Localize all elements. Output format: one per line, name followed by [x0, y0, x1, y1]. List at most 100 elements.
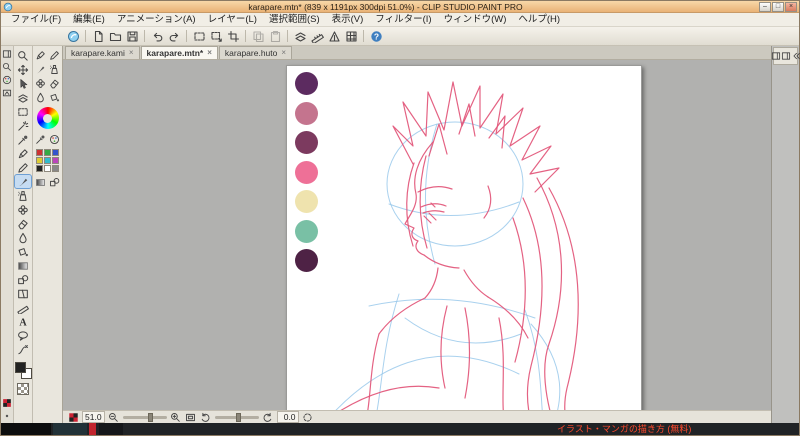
line-correct-tool[interactable] [15, 343, 31, 356]
color-set-swatch[interactable] [52, 157, 59, 164]
airbrush-tool[interactable] [15, 189, 31, 202]
tab-close-button[interactable]: × [129, 49, 134, 57]
promo-notice[interactable]: イラスト・マンガの描き方 (無料) [557, 423, 691, 435]
brush-subtool[interactable] [35, 63, 47, 75]
panel-icon[interactable] [781, 50, 791, 62]
open-file-icon[interactable] [107, 28, 123, 44]
palette-subtool[interactable] [49, 133, 61, 145]
snap-special-icon[interactable] [326, 28, 342, 44]
blend-tool[interactable] [15, 231, 31, 244]
menu-item[interactable]: ヘルプ(H) [512, 13, 566, 27]
taskbar-segment[interactable] [1, 423, 51, 435]
layer-move-icon[interactable] [292, 28, 308, 44]
menu-item[interactable]: アニメーション(A) [111, 13, 202, 27]
document-tab[interactable]: karapare.huto × [218, 46, 293, 59]
canvas-document[interactable] [286, 65, 642, 410]
menu-item[interactable]: ウィンドウ(W) [438, 13, 513, 27]
snap-ruler-icon[interactable] [309, 28, 325, 44]
panel-icon[interactable] [2, 48, 13, 59]
decoration-tool[interactable] [15, 203, 31, 216]
fill-subtool[interactable] [49, 91, 61, 103]
canvas-viewport[interactable] [63, 60, 771, 410]
main-color-chip[interactable] [14, 362, 26, 373]
paste-icon[interactable] [267, 28, 283, 44]
figure-tool[interactable] [15, 273, 31, 286]
selection-icon[interactable] [191, 28, 207, 44]
brush-tool[interactable] [14, 174, 32, 189]
help-icon[interactable]: ? [368, 28, 384, 44]
taskbar-segment[interactable] [99, 423, 123, 435]
color-set-swatch[interactable] [52, 165, 59, 172]
nav-icon[interactable] [2, 87, 13, 98]
layer-move-tool[interactable] [15, 91, 31, 104]
color-set-swatch[interactable] [44, 157, 51, 164]
color-set-swatch[interactable] [52, 149, 59, 156]
frame-tool[interactable] [15, 287, 31, 300]
selection-tool[interactable] [15, 105, 31, 118]
reset-view-button[interactable] [302, 411, 314, 423]
pencil-tool[interactable] [15, 161, 31, 174]
figure-subtool[interactable] [49, 176, 61, 188]
fit-to-screen-button[interactable] [185, 411, 197, 423]
gradient-tool[interactable] [15, 259, 31, 272]
operation-tool[interactable] [15, 77, 31, 90]
document-tab[interactable]: karapare.mtn* × [140, 46, 218, 59]
zoom-in-button[interactable] [170, 411, 182, 423]
menu-item[interactable]: 選択範囲(S) [263, 13, 326, 27]
snap-grid-icon[interactable] [343, 28, 359, 44]
pen-subtool[interactable] [35, 49, 47, 61]
menu-item[interactable]: レイヤー(L) [202, 13, 263, 27]
palette-icon[interactable] [2, 74, 13, 85]
color-set-swatch[interactable] [36, 149, 43, 156]
menu-item[interactable]: フィルター(I) [369, 13, 437, 27]
blend-subtool[interactable] [35, 91, 47, 103]
rotate-cw-button[interactable] [262, 411, 274, 423]
move-tool[interactable] [15, 63, 31, 76]
clip-studio-logo-icon[interactable] [65, 28, 81, 44]
redo-icon[interactable] [166, 28, 182, 44]
color-wheel[interactable] [36, 107, 59, 129]
airbrush-subtool[interactable] [49, 63, 61, 75]
save-file-icon[interactable] [124, 28, 140, 44]
transform-icon[interactable] [208, 28, 224, 44]
maximize-button[interactable]: □ [772, 1, 784, 12]
eyedropper-subtool[interactable] [35, 133, 47, 145]
rotate-ccw-button[interactable] [200, 411, 212, 423]
color-chips[interactable] [14, 362, 32, 379]
decoration-subtool[interactable] [35, 77, 47, 89]
gradient-subtool[interactable] [35, 176, 47, 188]
rotation-slider[interactable] [214, 412, 259, 422]
eraser-tool[interactable] [15, 217, 31, 230]
fill-tool[interactable] [15, 245, 31, 258]
auto-select-tool[interactable] [15, 119, 31, 132]
copy-icon[interactable] [250, 28, 266, 44]
menu-item[interactable]: 編集(E) [67, 13, 111, 27]
color-set-swatch[interactable] [36, 165, 43, 172]
taskbar-segment[interactable] [53, 423, 87, 435]
eraser-subtool[interactable] [49, 77, 61, 89]
panel-icon[interactable] [771, 50, 781, 62]
chevron-double-left-icon[interactable] [791, 50, 800, 62]
crop-icon[interactable] [225, 28, 241, 44]
color-set-swatch[interactable] [36, 157, 43, 164]
magnifier-icon[interactable] [2, 61, 13, 72]
minimize-button[interactable]: – [759, 1, 771, 12]
zoom-out-button[interactable] [108, 411, 120, 423]
balloon-tool[interactable] [15, 329, 31, 342]
menu-item[interactable]: 表示(V) [326, 13, 370, 27]
transparent-color-icon[interactable] [67, 411, 79, 423]
document-tab[interactable]: karapare.kami × [65, 46, 140, 59]
checker-red-icon[interactable] [2, 397, 13, 408]
color-set-swatch[interactable] [44, 165, 51, 172]
pen-tool[interactable] [15, 147, 31, 160]
new-file-icon[interactable] [90, 28, 106, 44]
menu-item[interactable]: ファイル(F) [5, 13, 67, 27]
undo-icon[interactable] [149, 28, 165, 44]
color-set-swatch[interactable] [44, 149, 51, 156]
text-tool[interactable]: A [15, 315, 31, 328]
eyedropper-tool[interactable] [15, 133, 31, 146]
tab-close-button[interactable]: × [207, 49, 212, 57]
pencil-subtool[interactable] [49, 49, 61, 61]
transparent-color-chip[interactable] [17, 383, 29, 395]
close-button[interactable]: × [785, 1, 797, 12]
